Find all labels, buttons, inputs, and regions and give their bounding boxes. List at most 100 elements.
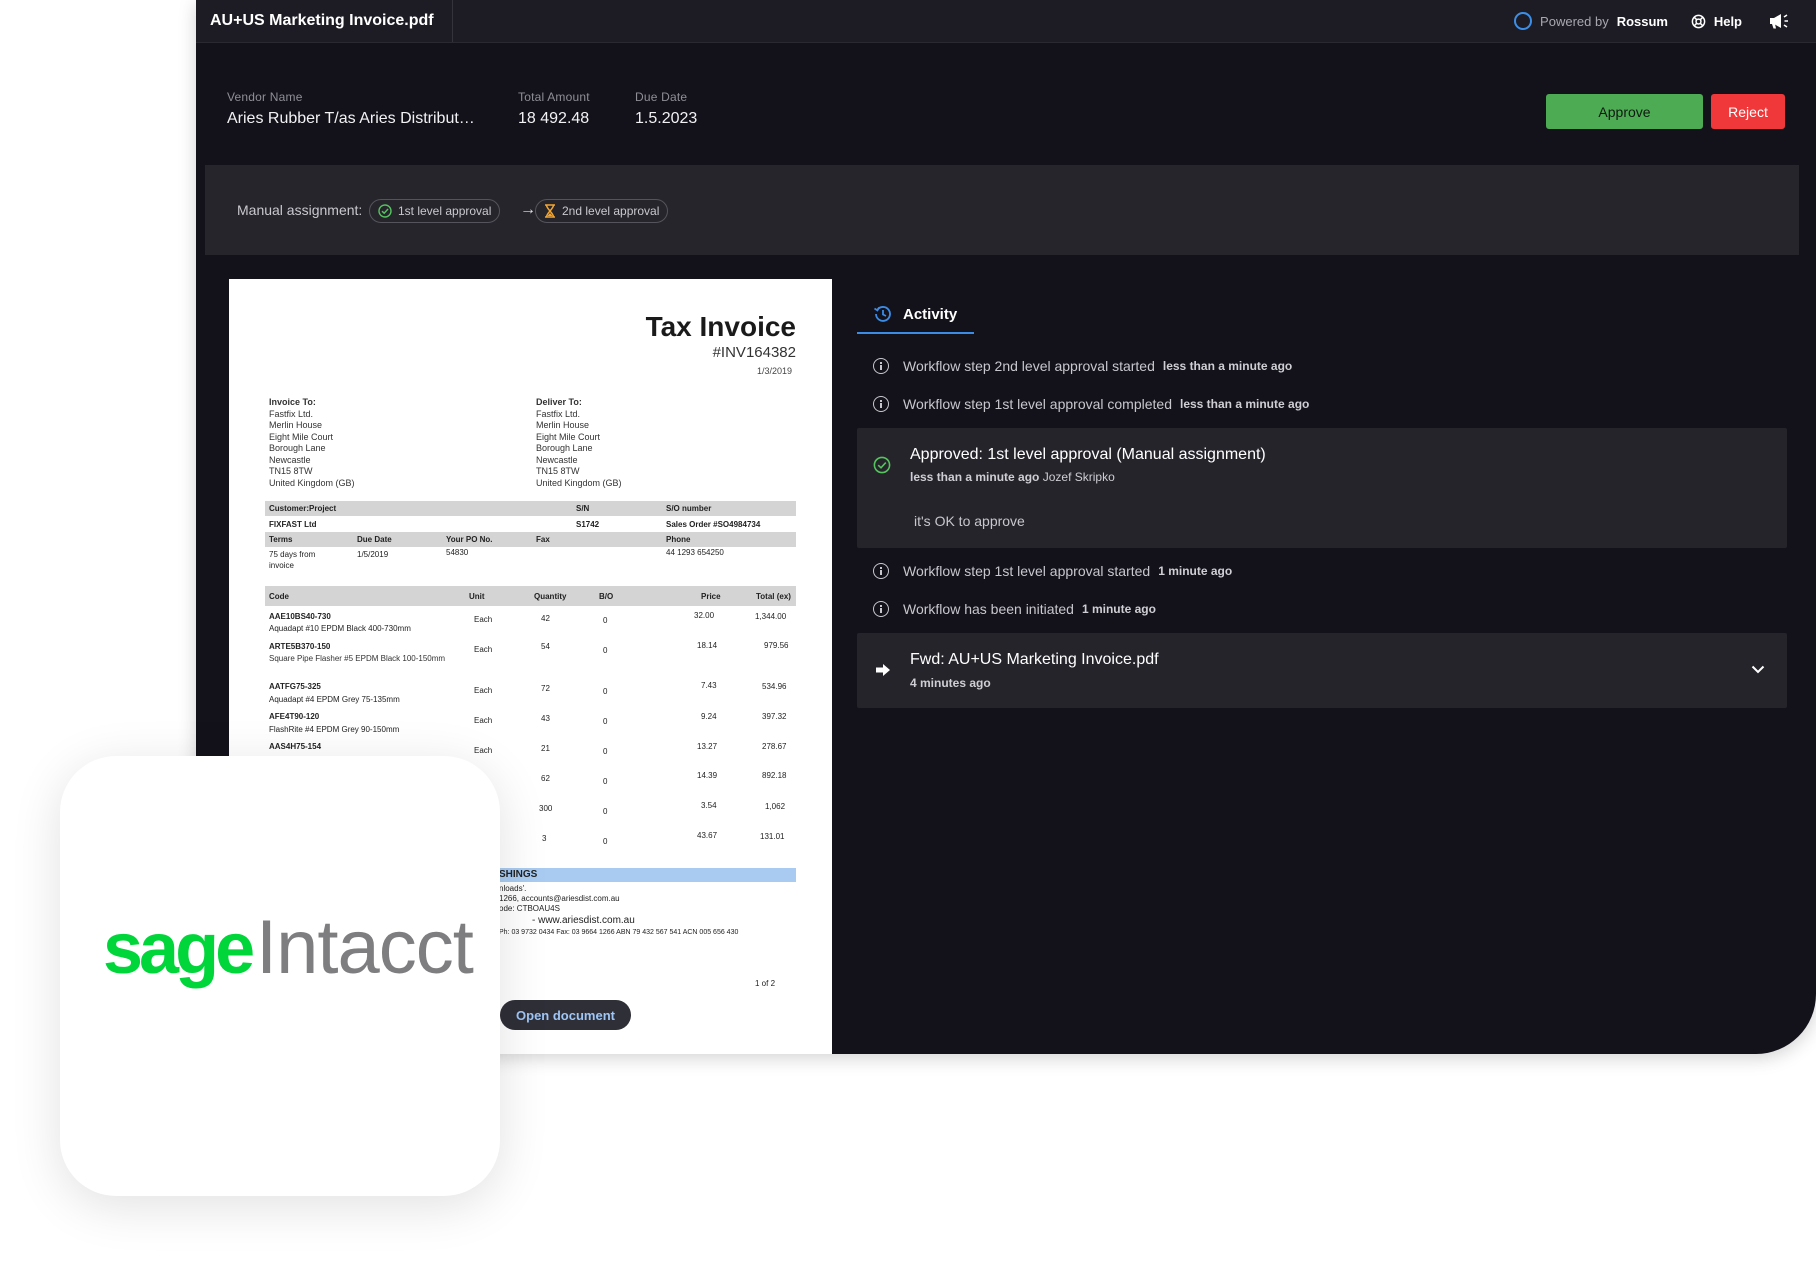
meta-value: 1/5/2019 bbox=[357, 550, 389, 559]
step-chip-2[interactable]: 2nd level approval bbox=[535, 199, 669, 223]
event-text: Workflow step 2nd level approval started bbox=[903, 358, 1155, 374]
invoice-to-line: Newcastle bbox=[269, 454, 311, 465]
reject-button[interactable]: Reject bbox=[1711, 94, 1785, 129]
email-title: Fwd: AU+US Marketing Invoice.pdf bbox=[910, 651, 1159, 668]
item-unit: Each bbox=[474, 615, 493, 624]
page-indicator: 1 of 2 bbox=[755, 979, 776, 988]
item-unit: Each bbox=[474, 686, 493, 695]
footer-heading: SHINGS bbox=[499, 869, 538, 880]
chevron-down-icon[interactable] bbox=[1751, 665, 1765, 674]
meta-value: Sales Order #SO4984734 bbox=[666, 520, 761, 529]
deliver-to-line: TN15 8TW bbox=[536, 466, 580, 476]
event-time: less than a minute ago bbox=[1162, 359, 1293, 373]
assignment-bar: Manual assignment: 1st level approval → … bbox=[205, 165, 1799, 255]
footer-contact: Ph: 03 9732 0434 Fax: 03 9664 1266 ABN 7… bbox=[499, 929, 739, 936]
item-bo: 0 bbox=[603, 717, 608, 726]
meta-value: S1742 bbox=[576, 520, 600, 529]
invoice-to-line: TN15 8TW bbox=[269, 466, 313, 476]
item-code: AFE4T90-120 bbox=[269, 712, 320, 721]
item-qty: 21 bbox=[541, 744, 550, 753]
approval-time: less than a minute ago bbox=[910, 470, 1040, 484]
vendor-field: Vendor Name Aries Rubber T/as Aries Dist… bbox=[227, 90, 475, 128]
column-header: Quantity bbox=[534, 592, 567, 601]
help-button[interactable]: Help bbox=[1691, 0, 1742, 42]
check-circle-icon bbox=[873, 456, 891, 474]
approve-button[interactable]: Approve bbox=[1546, 94, 1703, 129]
item-code: ARTE5B370-150 bbox=[269, 642, 331, 651]
meta-value: 75 days from bbox=[269, 550, 316, 559]
item-price: 14.39 bbox=[697, 771, 718, 780]
invoice-to-line: United Kingdom (GB) bbox=[269, 477, 355, 488]
item-total: 534.96 bbox=[762, 682, 787, 691]
invoice-to-line: Merlin House bbox=[269, 420, 323, 430]
hourglass-icon bbox=[545, 204, 555, 218]
deliver-to-line: Borough Lane bbox=[536, 443, 593, 453]
sage-intacct-logo-tile: sage Intacct bbox=[60, 756, 500, 1196]
meta-header-bar bbox=[265, 501, 796, 516]
title-divider bbox=[452, 0, 453, 42]
activity-event: Workflow step 1st level approval complet… bbox=[873, 391, 1309, 417]
vendor-value: Aries Rubber T/as Aries Distribut… bbox=[227, 110, 475, 127]
history-icon bbox=[874, 306, 891, 322]
meta-header: S/O number bbox=[666, 504, 712, 513]
item-price: 13.27 bbox=[697, 742, 718, 751]
item-qty: 43 bbox=[541, 714, 550, 723]
tab-activity-label: Activity bbox=[903, 305, 958, 323]
meta-header: Fax bbox=[536, 535, 550, 544]
event-time: less than a minute ago bbox=[1179, 397, 1310, 411]
item-code: AAE10BS40-730 bbox=[269, 612, 331, 621]
event-text: Workflow step 1st level approval started bbox=[903, 563, 1151, 579]
item-bo: 0 bbox=[603, 747, 608, 756]
forward-arrow-icon bbox=[876, 664, 890, 676]
item-bo: 0 bbox=[603, 837, 608, 846]
info-icon bbox=[873, 358, 889, 374]
sage-logo-text: sage bbox=[103, 909, 255, 989]
item-qty: 54 bbox=[541, 642, 550, 651]
help-label: Help bbox=[1713, 13, 1742, 29]
meta-header: Due Date bbox=[357, 535, 392, 544]
item-bo: 0 bbox=[603, 616, 608, 625]
tab-activity[interactable]: Activity bbox=[857, 296, 974, 334]
meta-header-bar bbox=[265, 532, 796, 547]
footer-highlight-bar bbox=[499, 868, 796, 882]
approval-title: Approved: 1st level approval (Manual ass… bbox=[910, 446, 1266, 463]
meta-value: invoice bbox=[269, 561, 294, 570]
due-label: Due Date bbox=[635, 90, 688, 104]
open-document-button[interactable]: Open document bbox=[500, 1000, 631, 1030]
item-bo: 0 bbox=[603, 646, 608, 655]
total-label: Total Amount bbox=[518, 90, 590, 104]
meta-header: Customer:Project bbox=[269, 504, 337, 513]
item-desc: FlashRite #4 EPDM Grey 90-150mm bbox=[269, 725, 400, 734]
invoice-to-line: Borough Lane bbox=[269, 443, 326, 453]
meta-value: 44 1293 654250 bbox=[666, 548, 724, 557]
item-price: 9.24 bbox=[701, 712, 717, 721]
item-qty: 72 bbox=[541, 684, 550, 693]
item-price: 43.67 bbox=[697, 831, 718, 840]
step-chip-1[interactable]: 1st level approval bbox=[369, 199, 501, 223]
due-value: 1.5.2023 bbox=[635, 110, 698, 127]
event-text: Workflow step 1st level approval complet… bbox=[903, 396, 1172, 412]
item-price: 3.54 bbox=[701, 801, 717, 810]
column-header: Code bbox=[269, 592, 289, 601]
deliver-to-heading: Deliver To: bbox=[536, 397, 582, 407]
item-total: 892.18 bbox=[762, 771, 787, 780]
powered-by[interactable]: Powered by Rossum bbox=[1514, 0, 1668, 42]
megaphone-icon[interactable] bbox=[1768, 12, 1790, 30]
item-qty: 300 bbox=[539, 804, 553, 813]
item-total: 397.32 bbox=[762, 712, 787, 721]
vendor-label: Vendor Name bbox=[227, 90, 303, 104]
info-icon bbox=[873, 563, 889, 579]
item-bo: 0 bbox=[603, 687, 608, 696]
item-price: 7.43 bbox=[701, 681, 717, 690]
activity-event: Workflow step 2nd level approval started… bbox=[873, 353, 1292, 379]
item-total: 1,062 bbox=[765, 802, 786, 811]
meta-header: S/N bbox=[576, 504, 590, 513]
item-bo: 0 bbox=[603, 777, 608, 786]
footer-website: - www.ariesdist.com.au bbox=[532, 915, 635, 926]
invoice-to-line: Eight Mile Court bbox=[269, 431, 334, 442]
invoice-number: #INV164382 bbox=[712, 344, 796, 361]
item-desc: Aquadapt #4 EPDM Grey 75-135mm bbox=[269, 695, 400, 704]
email-card[interactable]: Fwd: AU+US Marketing Invoice.pdf 4 minut… bbox=[857, 633, 1787, 708]
step-1-label: 1st level approval bbox=[398, 204, 492, 218]
item-total: 278.67 bbox=[762, 742, 787, 751]
